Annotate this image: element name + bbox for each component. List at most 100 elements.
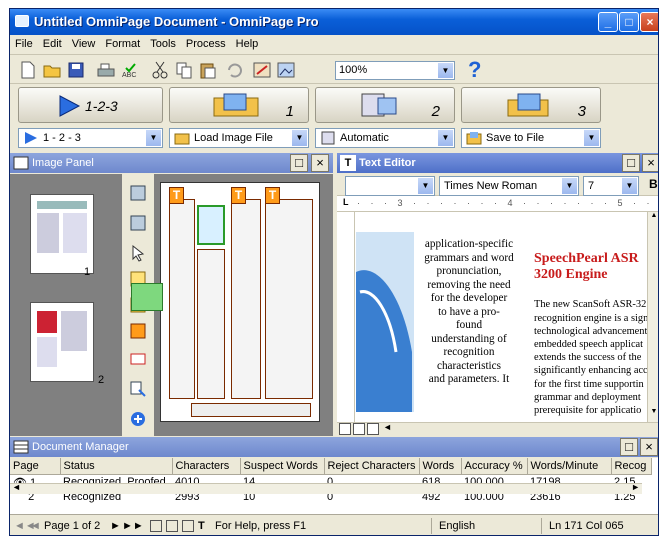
column-header[interactable]: Page <box>10 458 61 475</box>
close-panel-button[interactable]: × <box>640 438 658 456</box>
chevron-down-icon[interactable]: ▼ <box>562 178 577 194</box>
undo-icon[interactable] <box>224 60 244 80</box>
document-manager-header[interactable]: Document Manager □ × <box>10 437 658 457</box>
editor-vertical-scrollbar[interactable]: ▲ ▼ <box>647 212 658 422</box>
page-preview[interactable]: T T T <box>131 182 320 422</box>
column-header[interactable]: Words <box>419 458 462 475</box>
help-icon[interactable]: ? <box>468 57 481 83</box>
new-document-icon[interactable] <box>18 60 38 80</box>
column-header[interactable]: Suspect Words <box>240 458 325 475</box>
menu-format[interactable]: Format <box>100 35 145 53</box>
output-select[interactable]: Save to File ▼ <box>461 128 601 148</box>
image-panel-header[interactable]: Image Panel □ × <box>10 153 333 173</box>
menu-view[interactable]: View <box>67 35 101 53</box>
scanner-icon[interactable] <box>96 60 116 80</box>
thumbnail-view-icon[interactable] <box>150 520 162 532</box>
editor-right-column: SpeechPearl ASR 3200 Engine The new Scan… <box>534 238 647 422</box>
pointer-icon[interactable] <box>129 244 147 262</box>
scroll-up-icon[interactable]: ▲ <box>649 212 658 224</box>
document-manager-horizontal-scrollbar[interactable]: ◄ ► <box>10 482 642 494</box>
last-page-icon[interactable]: ►► <box>122 520 144 532</box>
order-zones-icon[interactable] <box>129 350 147 368</box>
cut-icon[interactable] <box>150 60 170 80</box>
chevron-down-icon[interactable]: ▼ <box>418 178 433 194</box>
list-view-icon[interactable] <box>182 520 194 532</box>
chevron-down-icon[interactable]: ▼ <box>438 63 453 78</box>
true-page-view-icon[interactable] <box>339 423 351 435</box>
plain-text-view-icon[interactable] <box>367 423 379 435</box>
minimize-button[interactable]: _ <box>598 12 618 32</box>
text-editor-header[interactable]: T Text Editor □ × <box>337 153 658 173</box>
image-zone[interactable] <box>197 205 225 245</box>
bold-button[interactable]: B <box>649 177 658 191</box>
text-zone[interactable] <box>231 199 261 399</box>
zone-layout-icon[interactable] <box>129 184 147 202</box>
export-results-button[interactable]: 3 <box>461 87 601 123</box>
column-header[interactable]: Words/Minute <box>527 458 612 475</box>
menu-edit[interactable]: Edit <box>38 35 67 53</box>
document-page[interactable]: application-specific grammars and word p… <box>356 212 647 422</box>
chevron-down-icon[interactable]: ▼ <box>292 130 307 146</box>
chevron-down-icon[interactable]: ▼ <box>622 178 637 194</box>
scroll-left-icon[interactable]: ◄ <box>383 422 392 432</box>
settings-icon[interactable] <box>252 60 272 80</box>
page-thumbnail[interactable] <box>30 302 94 382</box>
previous-page-icon[interactable]: ◄ <box>30 520 41 532</box>
text-zone[interactable] <box>197 249 225 399</box>
text-zone[interactable] <box>169 199 195 399</box>
chevron-down-icon[interactable]: ▼ <box>584 130 599 146</box>
column-header[interactable]: Reject Characters <box>324 458 420 475</box>
recognition-select[interactable]: Automatic ▼ <box>315 128 455 148</box>
column-header[interactable]: Characters <box>172 458 241 475</box>
chevron-down-icon[interactable]: ▼ <box>146 130 161 146</box>
copy-icon[interactable] <box>174 60 194 80</box>
page-view-icon[interactable] <box>166 520 178 532</box>
menu-help[interactable]: Help <box>231 35 264 53</box>
input-select[interactable]: Load Image File ▼ <box>169 128 309 148</box>
auto-process-button[interactable]: 1-2-3 <box>18 87 163 123</box>
next-page-icon[interactable]: ► <box>110 520 121 532</box>
maximize-panel-button[interactable]: □ <box>620 438 638 456</box>
flowing-view-icon[interactable] <box>353 423 365 435</box>
font-select[interactable]: Times New Roman ▼ <box>439 176 579 196</box>
column-header[interactable]: Status <box>60 458 173 475</box>
table-zone-icon[interactable] <box>129 322 147 340</box>
text-zone-icon: T <box>265 187 280 204</box>
zoom-in-icon[interactable] <box>129 410 147 428</box>
close-button[interactable]: × <box>640 12 658 32</box>
tab-stop-icon[interactable]: L <box>343 197 349 207</box>
style-select[interactable]: ▼ <box>345 176 435 196</box>
scroll-left-icon[interactable]: ◄ <box>12 482 21 492</box>
text-view-icon[interactable]: T <box>198 520 205 532</box>
column-header[interactable]: Accuracy % <box>461 458 528 475</box>
get-page-button[interactable]: 1 <box>169 87 309 123</box>
chevron-down-icon[interactable]: ▼ <box>438 130 453 146</box>
paste-icon[interactable] <box>198 60 218 80</box>
scroll-right-icon[interactable]: ► <box>631 482 640 492</box>
perform-ocr-button[interactable]: 2 <box>315 87 455 123</box>
image-settings-icon[interactable] <box>276 60 296 80</box>
maximize-panel-button[interactable]: □ <box>290 154 308 172</box>
text-zone[interactable] <box>191 403 311 417</box>
close-panel-button[interactable]: × <box>311 154 329 172</box>
workflow-select[interactable]: 1 - 2 - 3 ▼ <box>18 128 163 148</box>
menu-file[interactable]: File <box>10 35 38 53</box>
title-bar[interactable]: Untitled OmniPage Document - OmniPage Pr… <box>10 9 658 35</box>
zoom-select[interactable]: 100% ▼ <box>335 61 455 80</box>
close-panel-button[interactable]: × <box>642 154 658 172</box>
scroll-down-icon[interactable]: ▼ <box>649 408 658 420</box>
maximize-button[interactable]: □ <box>619 12 639 32</box>
spellcheck-icon[interactable]: ABC <box>120 60 140 80</box>
menu-tools[interactable]: Tools <box>145 35 181 53</box>
zone-template-icon[interactable] <box>129 214 147 232</box>
menu-process[interactable]: Process <box>181 35 231 53</box>
font-size-select[interactable]: 7 ▼ <box>583 176 639 196</box>
save-icon[interactable] <box>66 60 86 80</box>
text-zone[interactable] <box>265 199 313 399</box>
maximize-panel-button[interactable]: □ <box>622 154 640 172</box>
column-header[interactable]: Recog <box>611 458 652 475</box>
open-folder-icon[interactable] <box>42 60 62 80</box>
rotate-icon[interactable] <box>129 380 147 398</box>
text-editor-icon: T <box>340 155 356 171</box>
page-thumbnail[interactable] <box>30 194 94 274</box>
